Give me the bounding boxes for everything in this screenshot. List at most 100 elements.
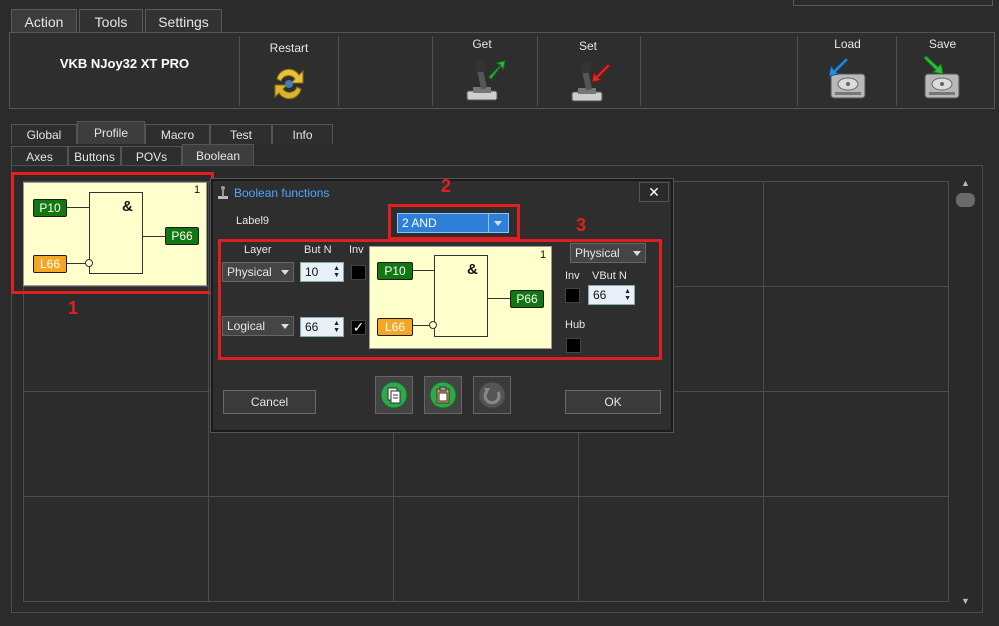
copy-button[interactable] xyxy=(375,376,413,414)
tab-global[interactable]: Global xyxy=(11,124,77,144)
restart-label: Restart xyxy=(269,41,309,55)
preview-gate-number: 1 xyxy=(540,249,547,261)
virtual-button-label: VBut N xyxy=(592,270,627,282)
preview-input-pin-a: P10 xyxy=(377,262,413,280)
boolean-slot[interactable] xyxy=(763,496,949,602)
toolbar-divider xyxy=(432,36,433,106)
tab-info[interactable]: Info xyxy=(272,124,333,144)
cancel-button[interactable]: Cancel xyxy=(223,390,316,414)
load-label: Load xyxy=(834,37,861,51)
button-number-column-header: But N xyxy=(304,244,332,256)
close-icon: ✕ xyxy=(648,183,660,200)
preview-output-pin: P66 xyxy=(510,290,544,308)
invert-bubble-icon xyxy=(429,321,437,329)
wire xyxy=(412,325,430,326)
annotation-number-3: 3 xyxy=(576,215,587,235)
subtab-axes[interactable]: Axes xyxy=(11,146,68,166)
annotation-box-2 xyxy=(388,204,520,240)
dialog-app-icon xyxy=(217,186,229,203)
wire xyxy=(412,270,434,271)
load-button[interactable] xyxy=(826,56,870,105)
toolbar-divider xyxy=(797,36,798,106)
paste-icon xyxy=(429,381,457,409)
invert-column-header: Inv xyxy=(349,244,364,256)
annotation-number-1: 1 xyxy=(68,298,79,318)
layer-column-header: Layer xyxy=(244,244,272,256)
tab-profile[interactable]: Profile xyxy=(77,121,145,144)
input-a-button-stepper[interactable]: 10 ▲ ▼ xyxy=(300,262,344,282)
toolbar-divider xyxy=(640,36,641,106)
menu-tab-settings[interactable]: Settings xyxy=(145,9,222,33)
save-button[interactable] xyxy=(920,55,964,105)
input-a-invert-checkbox[interactable] xyxy=(351,265,366,280)
toolbar-divider xyxy=(338,36,339,106)
boolean-slot[interactable] xyxy=(763,181,949,287)
subtab-povs[interactable]: POVs xyxy=(121,146,182,166)
hub-label: Hub xyxy=(565,319,586,331)
undo-icon xyxy=(478,381,506,409)
tab-test[interactable]: Test xyxy=(210,124,272,144)
menu-tab-tools[interactable]: Tools xyxy=(79,9,143,33)
ok-button[interactable]: OK xyxy=(565,390,661,414)
toolbar-divider xyxy=(239,36,240,106)
stepper-arrows-icon[interactable]: ▲ ▼ xyxy=(333,265,340,279)
subtab-boolean[interactable]: Boolean xyxy=(182,144,254,166)
boolean-slot[interactable] xyxy=(763,391,949,497)
get-button[interactable] xyxy=(463,57,507,106)
get-label: Get xyxy=(472,37,492,51)
input-b-layer-select[interactable]: Logical xyxy=(222,316,294,336)
toolbar-divider xyxy=(537,36,538,106)
top-right-frame xyxy=(793,0,993,6)
save-label: Save xyxy=(928,37,957,51)
scrollbar-thumb[interactable] xyxy=(956,193,975,207)
preview-gate-operator: & xyxy=(467,261,478,278)
stepper-arrows-icon[interactable]: ▲ ▼ xyxy=(333,320,340,334)
input-b-invert-checkbox[interactable]: ✓ xyxy=(351,320,366,335)
copy-icon xyxy=(380,381,408,409)
set-button[interactable] xyxy=(568,58,612,107)
preview-input-pin-b: L66 xyxy=(377,318,413,336)
annotation-number-2: 2 xyxy=(441,176,452,196)
set-label: Set xyxy=(578,39,597,53)
chevron-down-icon xyxy=(281,324,289,329)
chevron-down-icon xyxy=(633,251,641,256)
boolean-slot[interactable] xyxy=(763,286,949,392)
virtual-button-stepper[interactable]: 66 ▲ ▼ xyxy=(588,285,635,305)
output-invert-checkbox[interactable] xyxy=(565,288,580,303)
reset-button[interactable] xyxy=(473,376,511,414)
input-a-layer-select[interactable]: Physical xyxy=(222,262,294,282)
hub-checkbox[interactable] xyxy=(566,338,581,353)
restart-icon xyxy=(274,68,304,100)
annotation-box-1 xyxy=(11,172,214,294)
boolean-slot[interactable] xyxy=(23,286,209,392)
device-name: VKB NJoy32 XT PRO xyxy=(59,56,190,71)
boolean-slot[interactable] xyxy=(578,496,764,602)
stepper-arrows-icon[interactable]: ▲ ▼ xyxy=(624,288,631,302)
chevron-down-icon xyxy=(281,270,289,275)
wire xyxy=(488,298,510,299)
disk-save-icon xyxy=(923,55,960,99)
scroll-up-icon[interactable]: ▲ xyxy=(961,178,970,188)
menu-tab-action[interactable]: Action xyxy=(11,9,77,33)
restart-button[interactable] xyxy=(269,65,309,106)
output-layer-select[interactable]: Physical xyxy=(570,243,646,263)
toolbar-divider xyxy=(896,36,897,106)
dialog-title: Boolean functions xyxy=(234,186,330,200)
scroll-down-icon[interactable]: ▼ xyxy=(961,596,970,606)
output-invert-label: Inv xyxy=(565,270,580,282)
boolean-slot[interactable] xyxy=(23,496,209,602)
function-label-name: Label9 xyxy=(236,215,270,227)
boolean-slot[interactable] xyxy=(23,391,209,497)
boolean-slot[interactable] xyxy=(208,496,394,602)
vertical-scrollbar[interactable] xyxy=(959,178,973,608)
boolean-slot[interactable] xyxy=(393,496,579,602)
tab-macro[interactable]: Macro xyxy=(145,124,210,144)
paste-button[interactable] xyxy=(424,376,462,414)
input-b-button-stepper[interactable]: 66 ▲ ▼ xyxy=(300,317,344,337)
preview-and-gate-body xyxy=(434,255,488,337)
subtab-buttons[interactable]: Buttons xyxy=(68,146,121,166)
joystick-get-icon xyxy=(466,60,506,101)
dialog-close-button[interactable]: ✕ xyxy=(639,182,669,202)
disk-load-icon xyxy=(828,57,866,99)
joystick-set-icon xyxy=(571,62,611,102)
